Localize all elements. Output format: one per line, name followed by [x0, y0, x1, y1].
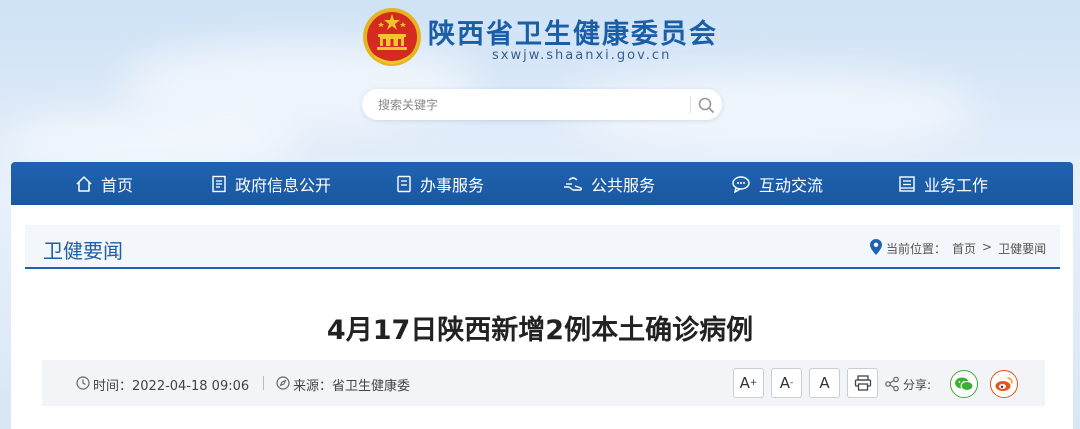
list-icon [397, 175, 411, 192]
nav-item-label: 业务工作 [924, 175, 989, 195]
chat-icon [732, 175, 750, 193]
font-decrease-button[interactable]: A- [771, 368, 802, 398]
search-input[interactable] [378, 89, 678, 120]
share-weibo-button[interactable] [990, 370, 1018, 398]
nav-item-label: 首页 [101, 175, 134, 195]
share-label: 分享: [903, 378, 932, 392]
document-icon [212, 175, 226, 192]
wechat-icon [955, 377, 974, 391]
nav-item-label: 办事服务 [420, 175, 485, 195]
breadcrumb-home-link[interactable]: 首页 [952, 240, 976, 257]
font-reset-button[interactable]: A [809, 368, 840, 398]
search-box [362, 89, 722, 120]
printer-icon [854, 375, 871, 391]
font-increase-button[interactable]: A + [733, 368, 764, 398]
site-title[interactable]: 陕西省卫生健康委员会 [428, 12, 718, 51]
nav-item-services[interactable]: 办事服务 [396, 162, 484, 205]
font-increase-label: A [739, 374, 750, 392]
nav-item-business[interactable]: 业务工作 [898, 162, 988, 205]
breadcrumb-prefix: 当前位置： [886, 242, 947, 256]
nav-item-interaction[interactable]: 互动交流 [731, 162, 823, 205]
nav-item-label: 互动交流 [759, 175, 824, 195]
main-nav: 首页 政府信息公开 办事服务 公共服务 互动交流 业务工作 [11, 162, 1073, 205]
weibo-icon [995, 377, 1013, 391]
folder-icon [899, 175, 915, 192]
font-reset-label: A [819, 374, 830, 392]
share-icon [885, 376, 899, 392]
nav-item-gov-info[interactable]: 政府信息公开 [211, 162, 331, 205]
clock-icon [76, 376, 90, 390]
breadcrumb-current-link[interactable]: 卫健要闻 [998, 240, 1046, 257]
nav-item-public-services[interactable]: 公共服务 [563, 162, 655, 205]
location-pin-icon [870, 239, 882, 255]
home-icon [76, 175, 92, 192]
font-decrease-label: A [779, 374, 790, 392]
site-domain: sxwjw.shaanxi.gov.cn [492, 48, 672, 63]
article-title: 4月17日陕西新增2例本土确诊病例 [326, 315, 754, 346]
national-emblem-icon [363, 8, 421, 66]
hand-icon [564, 176, 583, 191]
search-icon[interactable] [697, 96, 715, 114]
print-button[interactable] [847, 368, 878, 398]
compass-icon [276, 376, 290, 390]
search-divider [690, 97, 691, 113]
article-source: 来源：省卫生健康委 [293, 379, 411, 394]
meta-divider [263, 376, 264, 390]
section-title: 卫健要闻 [43, 239, 123, 263]
share-wechat-button[interactable] [950, 370, 978, 398]
breadcrumb-separator: > [982, 240, 993, 254]
breadcrumb: 当前位置： 首页 > 卫健要闻 [886, 240, 1046, 257]
site-header: 陕西省卫生健康委员会 sxwjw.shaanxi.gov.cn [0, 0, 1080, 160]
nav-item-label: 政府信息公开 [235, 175, 332, 195]
article-time: 时间：2022-04-18 09:06 [93, 379, 250, 394]
nav-item-label: 公共服务 [591, 175, 656, 195]
nav-item-home[interactable]: 首页 [75, 162, 133, 205]
